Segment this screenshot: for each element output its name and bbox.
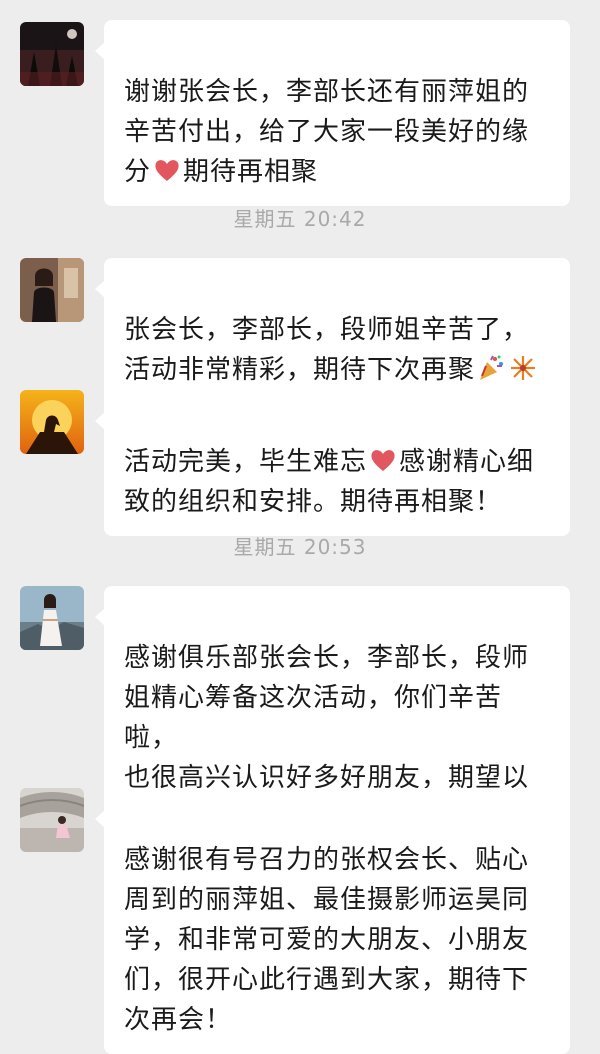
seaside-woman-avatar[interactable] — [20, 586, 84, 650]
message-text: 感谢很有号召力的张权会长、贴心 周到的丽萍姐、最佳摄影师运昊同 学，和非常可爱的… — [124, 845, 530, 1035]
fireworks-icon — [509, 354, 537, 382]
heart-icon — [153, 156, 181, 184]
timestamp: 星期五 20:42 — [233, 207, 367, 231]
timestamp: 星期五 20:53 — [233, 535, 367, 559]
message-bubble[interactable]: 感谢很有号召力的张权会长、贴心 周到的丽萍姐、最佳摄影师运昊同 学，和非常可爱的… — [95, 788, 570, 1054]
message-bubble[interactable]: 张会长，李部长，段师姐辛苦了， 活动非常精彩，期待下次再聚 — [95, 258, 570, 404]
message-text: 期待再相聚 — [183, 157, 319, 187]
party-popper-icon — [477, 354, 505, 382]
message-text: 张会长，李部长，段师姐辛苦了， 活动非常精彩，期待下次再聚 — [124, 315, 530, 385]
stadium-woman-avatar[interactable] — [20, 788, 84, 852]
message-bubble[interactable]: 活动完美，毕生难忘 感谢精心细 致的组织和安排。期待再相聚！ — [95, 390, 570, 536]
message-text: 活动完美，毕生难忘 — [124, 447, 368, 477]
woman-portrait-avatar[interactable] — [20, 258, 84, 322]
lion-sunset-avatar[interactable] — [20, 390, 84, 454]
dark-forest-avatar[interactable] — [20, 22, 84, 86]
heart-icon — [369, 446, 397, 474]
message-bubble[interactable]: 谢谢张会长，李部长还有丽萍姐的 辛苦付出，给了大家一段美好的缘 分期待再相聚 — [95, 20, 570, 206]
